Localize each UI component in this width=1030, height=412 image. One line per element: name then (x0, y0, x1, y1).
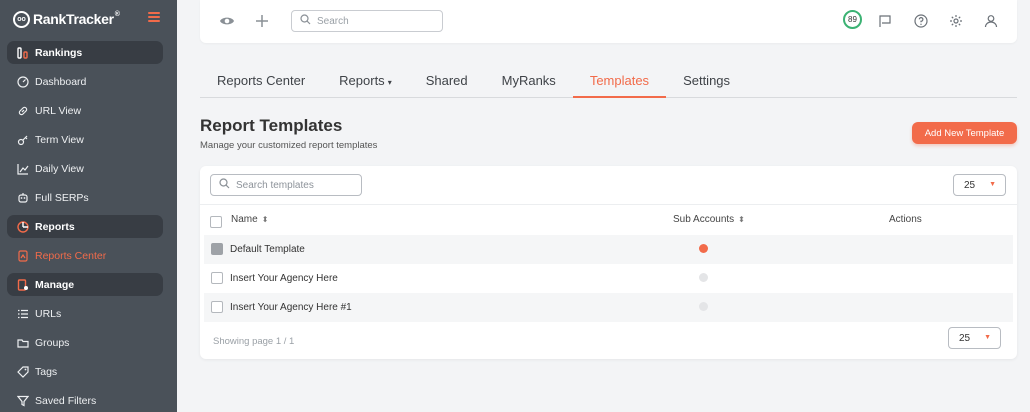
help-icon[interactable] (912, 12, 930, 30)
table-toolbar: 25 ▼ (200, 166, 1017, 205)
sidebar-item-saved-filters[interactable]: Saved Filters (0, 386, 177, 412)
column-header-name[interactable]: Name ⬍ (231, 205, 268, 234)
row-checkbox[interactable] (211, 243, 223, 255)
tab-myranks[interactable]: MyRanks (485, 66, 573, 98)
template-search-box[interactable] (210, 174, 362, 196)
sort-icon: ⬍ (261, 215, 269, 224)
logo-text: RankTracker® (33, 11, 120, 27)
sidebar-item-label: URLs (35, 307, 62, 320)
sidebar-item-urls[interactable]: URLs (0, 299, 177, 328)
logo-mark-icon: oo (13, 10, 30, 28)
caret-down-icon: ▼ (989, 181, 996, 188)
page-title: Report Templates (200, 116, 343, 135)
search-icon (219, 176, 230, 194)
sub-accounts-indicator-on (699, 244, 708, 253)
sidebar-item-term-view[interactable]: Term View (0, 125, 177, 154)
add-new-template-button[interactable]: Add New Template (912, 122, 1017, 144)
sidebar-item-label: Groups (35, 336, 70, 349)
templates-card: 25 ▼ Name⬍ Sub Accounts⬍ Actions Default… (200, 166, 1017, 359)
sidebar-item-reports-center[interactable]: Reports Center (0, 241, 177, 270)
sidebar-item-label: Term View (35, 133, 84, 146)
caret-down-icon: ▾ (387, 78, 392, 87)
reports-tabs: Reports Center Reports ▾ Shared MyRanks T… (200, 66, 1017, 98)
top-bar: 89 (200, 0, 1017, 43)
sidebar-item-daily-view[interactable]: Daily View (0, 154, 177, 183)
template-name: Insert Your Agency Here #1 (230, 302, 352, 313)
sidebar-item-dashboard[interactable]: Dashboard (0, 67, 177, 96)
caret-down-icon: ▼ (984, 334, 991, 341)
per-page-select-top[interactable]: 25 ▼ (953, 174, 1006, 196)
user-icon[interactable] (982, 12, 1000, 30)
row-checkbox[interactable] (211, 301, 223, 313)
tab-templates[interactable]: Templates (572, 66, 667, 98)
sidebar-item-label: Full SERPs (35, 191, 89, 204)
sidebar-section-rankings[interactable]: Rankings (7, 41, 163, 64)
sidebar-section-manage[interactable]: Manage (7, 273, 163, 296)
tab-shared[interactable]: Shared (409, 66, 485, 98)
template-name: Insert Your Agency Here (230, 273, 338, 284)
sidebar-item-groups[interactable]: Groups (0, 328, 177, 357)
sidebar-item-label: Daily View (35, 162, 84, 175)
list-icon (16, 307, 30, 321)
report-doc-icon (16, 249, 30, 263)
sidebar-section-reports[interactable]: Reports (7, 215, 163, 238)
page-subtitle: Manage your customized report templates (200, 140, 378, 151)
sidebar: oo RankTracker® Rankings Dashboard URL V… (0, 0, 177, 412)
pie-chart-icon (16, 220, 30, 234)
table-row[interactable]: Insert Your Agency Here (204, 264, 1013, 293)
sidebar-item-label: Rankings (35, 46, 83, 59)
sidebar-item-label: URL View (35, 104, 82, 117)
top-search-box[interactable] (291, 10, 443, 32)
sub-accounts-indicator-off (699, 302, 708, 311)
sidebar-item-label: Dashboard (35, 75, 87, 88)
sub-accounts-indicator-off (699, 273, 708, 282)
sidebar-item-label: Reports Center (35, 249, 107, 262)
sidebar-item-url-view[interactable]: URL View (0, 96, 177, 125)
table-header: Name ⬍ Sub Accounts ⬍ Actions (200, 205, 1017, 235)
sort-icon: ⬍ (738, 215, 745, 224)
plus-icon[interactable] (253, 12, 271, 30)
sidebar-item-label: Tags (35, 365, 58, 378)
settings-gear-icon[interactable] (947, 12, 965, 30)
template-name: Default Template (230, 244, 305, 255)
tab-reports-center[interactable]: Reports Center (200, 66, 322, 98)
filter-icon (16, 394, 30, 408)
column-header-sub-accounts[interactable]: Sub Accounts ⬍ (673, 205, 745, 234)
select-all-checkbox[interactable] (210, 216, 222, 228)
table-row[interactable]: Insert Your Agency Here #1 (204, 293, 1013, 322)
folder-icon (16, 336, 30, 350)
sidebar-item-tags[interactable]: Tags (0, 357, 177, 386)
flag-icon[interactable] (876, 12, 894, 30)
seo-score-badge[interactable]: 89 (843, 10, 862, 29)
sidebar-item-label: Saved Filters (35, 394, 97, 407)
search-icon (300, 12, 311, 30)
sidebar-item-label: Reports (35, 220, 75, 233)
sidebar-item-label: Manage (35, 278, 75, 291)
tab-reports[interactable]: Reports ▾ (322, 66, 409, 98)
table-row[interactable]: Default Template (204, 235, 1013, 264)
link-icon (16, 104, 30, 118)
pagination-status: Showing page 1 / 1 (213, 336, 295, 347)
key-icon (16, 133, 30, 147)
hamburger-menu-icon[interactable] (148, 12, 160, 22)
row-checkbox[interactable] (211, 272, 223, 284)
sidebar-nav: Rankings Dashboard URL View Term View Da… (0, 41, 177, 412)
eye-icon[interactable] (218, 12, 236, 30)
tab-settings[interactable]: Settings (666, 66, 747, 98)
template-search-input[interactable] (236, 179, 356, 191)
tag-icon (16, 365, 30, 379)
robot-icon (16, 191, 30, 205)
manage-icon (16, 278, 30, 292)
sidebar-item-full-serps[interactable]: Full SERPs (0, 183, 177, 212)
rankings-icon (16, 46, 30, 60)
line-chart-icon (16, 162, 30, 176)
dashboard-icon (16, 75, 30, 89)
top-search-input[interactable] (317, 15, 427, 27)
column-header-actions: Actions (889, 214, 922, 225)
per-page-select-bottom[interactable]: 25 ▼ (948, 327, 1001, 349)
